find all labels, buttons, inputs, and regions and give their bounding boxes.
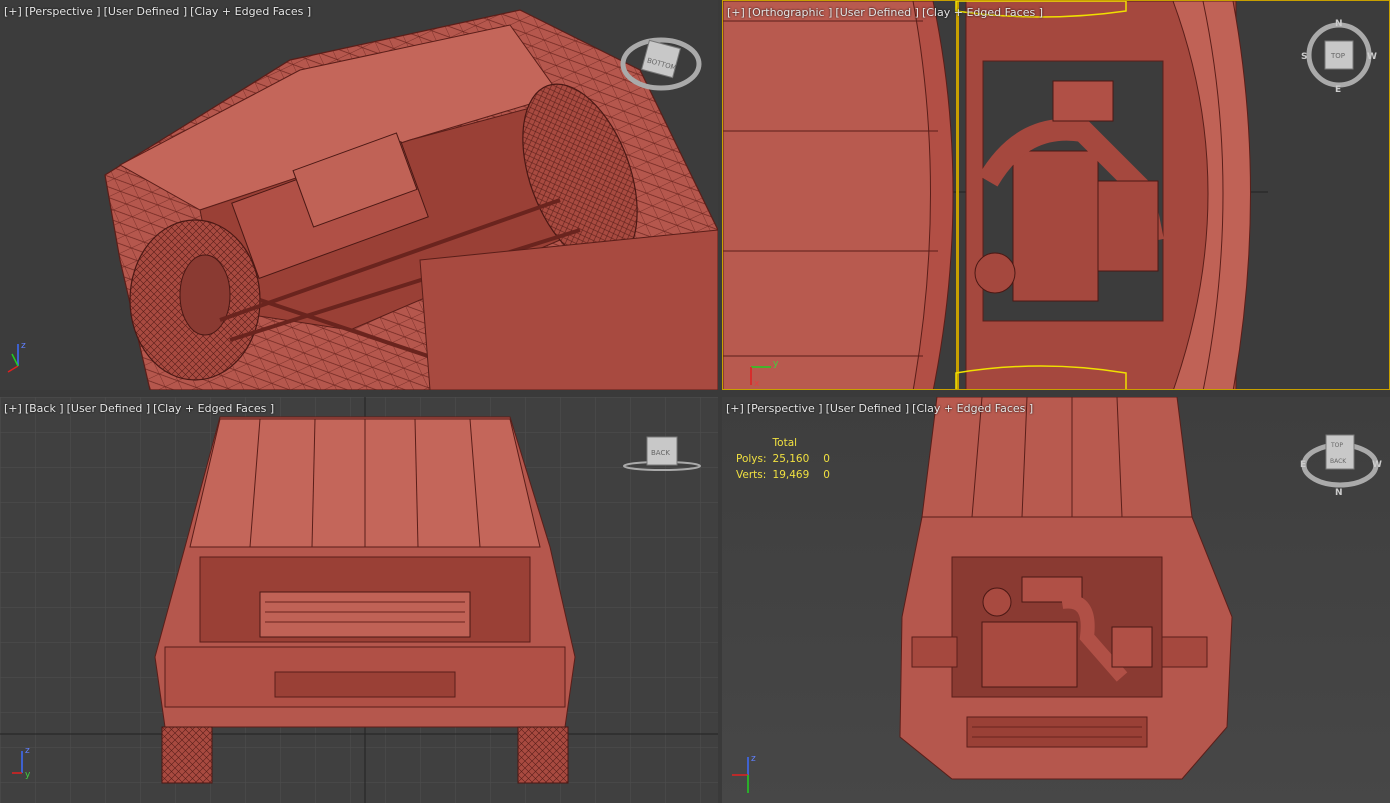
- stats-header: Total: [772, 437, 798, 449]
- compass-east: E: [1300, 460, 1306, 470]
- svg-text:y: y: [25, 770, 31, 780]
- shading-menu[interactable]: [Clay + Edged Faces ]: [912, 402, 1033, 415]
- viewport-top-left[interactable]: [+] [Perspective ] [User Defined ] [Clay + …: [0, 0, 718, 390]
- camera-menu[interactable]: [User Defined ]: [826, 402, 910, 415]
- svg-text:x: x: [754, 379, 760, 389]
- viewport-label[interactable]: [+] [Back ] [User Defined ] [Clay + Edged F…: [4, 402, 277, 415]
- viewport-label[interactable]: [+] [Perspective ] [User Defined ] [Clay + …: [4, 5, 314, 18]
- plus-menu[interactable]: [+]: [4, 402, 22, 415]
- svg-text:z: z: [25, 746, 30, 756]
- car-top-orthographic-render: [723, 1, 1389, 389]
- viewport-bottom-left[interactable]: [+] [Back ] [User Defined ] [Clay + Edged F…: [0, 397, 718, 803]
- viewcube[interactable]: TOP N E S W: [1301, 17, 1377, 93]
- verts-total: 19,469: [772, 469, 810, 481]
- viewport-bottom-right[interactable]: [+] [Perspective ] [User Defined ] [Clay + …: [722, 397, 1390, 803]
- viewcube[interactable]: TOP BACK N E W: [1298, 429, 1382, 499]
- axis-tripod-icon: y x: [750, 359, 779, 389]
- plus-menu[interactable]: [+]: [727, 6, 745, 19]
- car-underside-render: [104, 9, 718, 390]
- camera-menu[interactable]: [User Defined ]: [104, 5, 188, 18]
- view-type-menu[interactable]: [Back ]: [25, 402, 64, 415]
- verts-selected: 0: [823, 469, 830, 481]
- cube-face-label-back: BACK: [1330, 458, 1347, 465]
- compass-north: N: [1335, 488, 1343, 498]
- plus-menu[interactable]: [+]: [726, 402, 744, 415]
- viewport-label[interactable]: [+] [Orthographic ] [User Defined ] [Clay +…: [727, 6, 1046, 19]
- viewport-top-right[interactable]: [+] [Orthographic ] [User Defined ] [Clay +…: [722, 0, 1390, 390]
- viewcube[interactable]: BACK: [620, 433, 704, 477]
- view-type-menu[interactable]: [Perspective ]: [747, 402, 823, 415]
- compass-east: E: [1335, 85, 1341, 93]
- axis-tripod-icon: z: [732, 754, 756, 793]
- camera-menu[interactable]: [User Defined ]: [835, 6, 919, 19]
- polys-total: 25,160: [772, 453, 810, 465]
- viewport-label[interactable]: [+] [Perspective ] [User Defined ] [Clay + …: [726, 402, 1036, 415]
- view-type-menu[interactable]: [Perspective ]: [25, 5, 101, 18]
- compass-south: S: [1301, 52, 1307, 62]
- axis-tripod-icon: z: [7, 341, 26, 373]
- compass-west: W: [1367, 52, 1377, 62]
- cube-face-label: TOP: [1330, 52, 1345, 60]
- stats-row-polys: Polys: 25,160 0: [736, 451, 836, 467]
- axis-tripod-icon: z y: [12, 746, 31, 780]
- shading-menu[interactable]: [Clay + Edged Faces ]: [922, 6, 1043, 19]
- camera-menu[interactable]: [User Defined ]: [67, 402, 151, 415]
- plus-menu[interactable]: [+]: [4, 5, 22, 18]
- shading-menu[interactable]: [Clay + Edged Faces ]: [153, 402, 274, 415]
- car-back-render: [0, 397, 718, 803]
- polygon-statistics: Total Polys: 25,160 0 Verts: 19,469 0: [736, 435, 836, 483]
- view-type-menu[interactable]: [Orthographic ]: [748, 6, 833, 19]
- compass-west: W: [1372, 460, 1382, 470]
- cube-face-label: TOP: [1330, 442, 1343, 449]
- shading-menu[interactable]: [Clay + Edged Faces ]: [190, 5, 311, 18]
- compass-north: N: [1335, 19, 1343, 29]
- svg-text:z: z: [21, 341, 26, 351]
- viewcube[interactable]: BOTTOM: [620, 30, 702, 92]
- svg-text:y: y: [773, 359, 779, 369]
- polys-selected: 0: [823, 453, 830, 465]
- svg-text:z: z: [751, 754, 756, 764]
- stats-row-verts: Verts: 19,469 0: [736, 467, 836, 483]
- cube-face-label: BACK: [651, 449, 670, 457]
